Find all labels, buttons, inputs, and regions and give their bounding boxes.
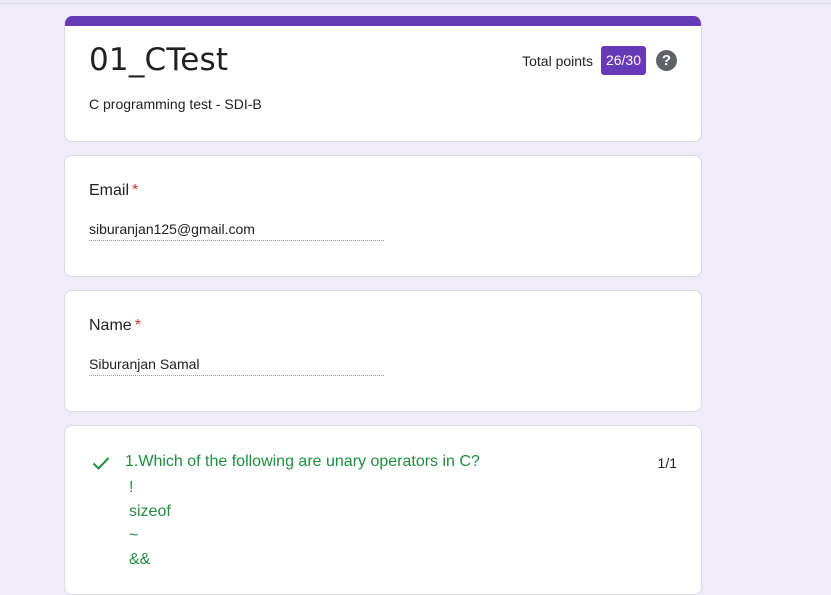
option-item: ~	[129, 527, 139, 544]
total-points-label: Total points	[522, 52, 593, 69]
question-card: 1.Which of the following are unary opera…	[64, 425, 702, 595]
option-item: !	[129, 479, 134, 496]
required-mark: *	[132, 182, 139, 199]
email-card: Email * siburanjan125@gmail.com	[64, 155, 702, 277]
email-answer: siburanjan125@gmail.com	[89, 221, 384, 241]
name-answer: Siburanjan Samal	[89, 356, 384, 376]
checkmark-icon	[92, 457, 110, 470]
option-item: sizeof	[129, 503, 171, 520]
form-title: 01_CTest	[89, 42, 229, 78]
name-label-text: Name	[89, 317, 132, 334]
question-text: 1.Which of the following are unary opera…	[125, 453, 480, 470]
question-score: 1/1	[657, 455, 677, 471]
option-item: &&	[129, 551, 151, 568]
accent-bar	[65, 16, 701, 26]
form-description: C programming test - SDI-B	[89, 96, 262, 112]
total-points: Total points 26/30 ?	[522, 46, 677, 75]
required-mark: *	[134, 317, 141, 334]
name-card: Name * Siburanjan Samal	[64, 290, 702, 412]
form-header-card: 01_CTest C programming test - SDI-B Tota…	[64, 16, 702, 142]
points-badge: 26/30	[600, 46, 646, 75]
help-circle-icon[interactable]: ?	[656, 50, 677, 71]
answer-options: ! sizeof ~ &&	[129, 476, 171, 572]
name-label: Name *	[89, 317, 141, 335]
email-label: Email *	[89, 182, 138, 200]
top-divider	[0, 3, 831, 4]
email-label-text: Email	[89, 182, 130, 199]
